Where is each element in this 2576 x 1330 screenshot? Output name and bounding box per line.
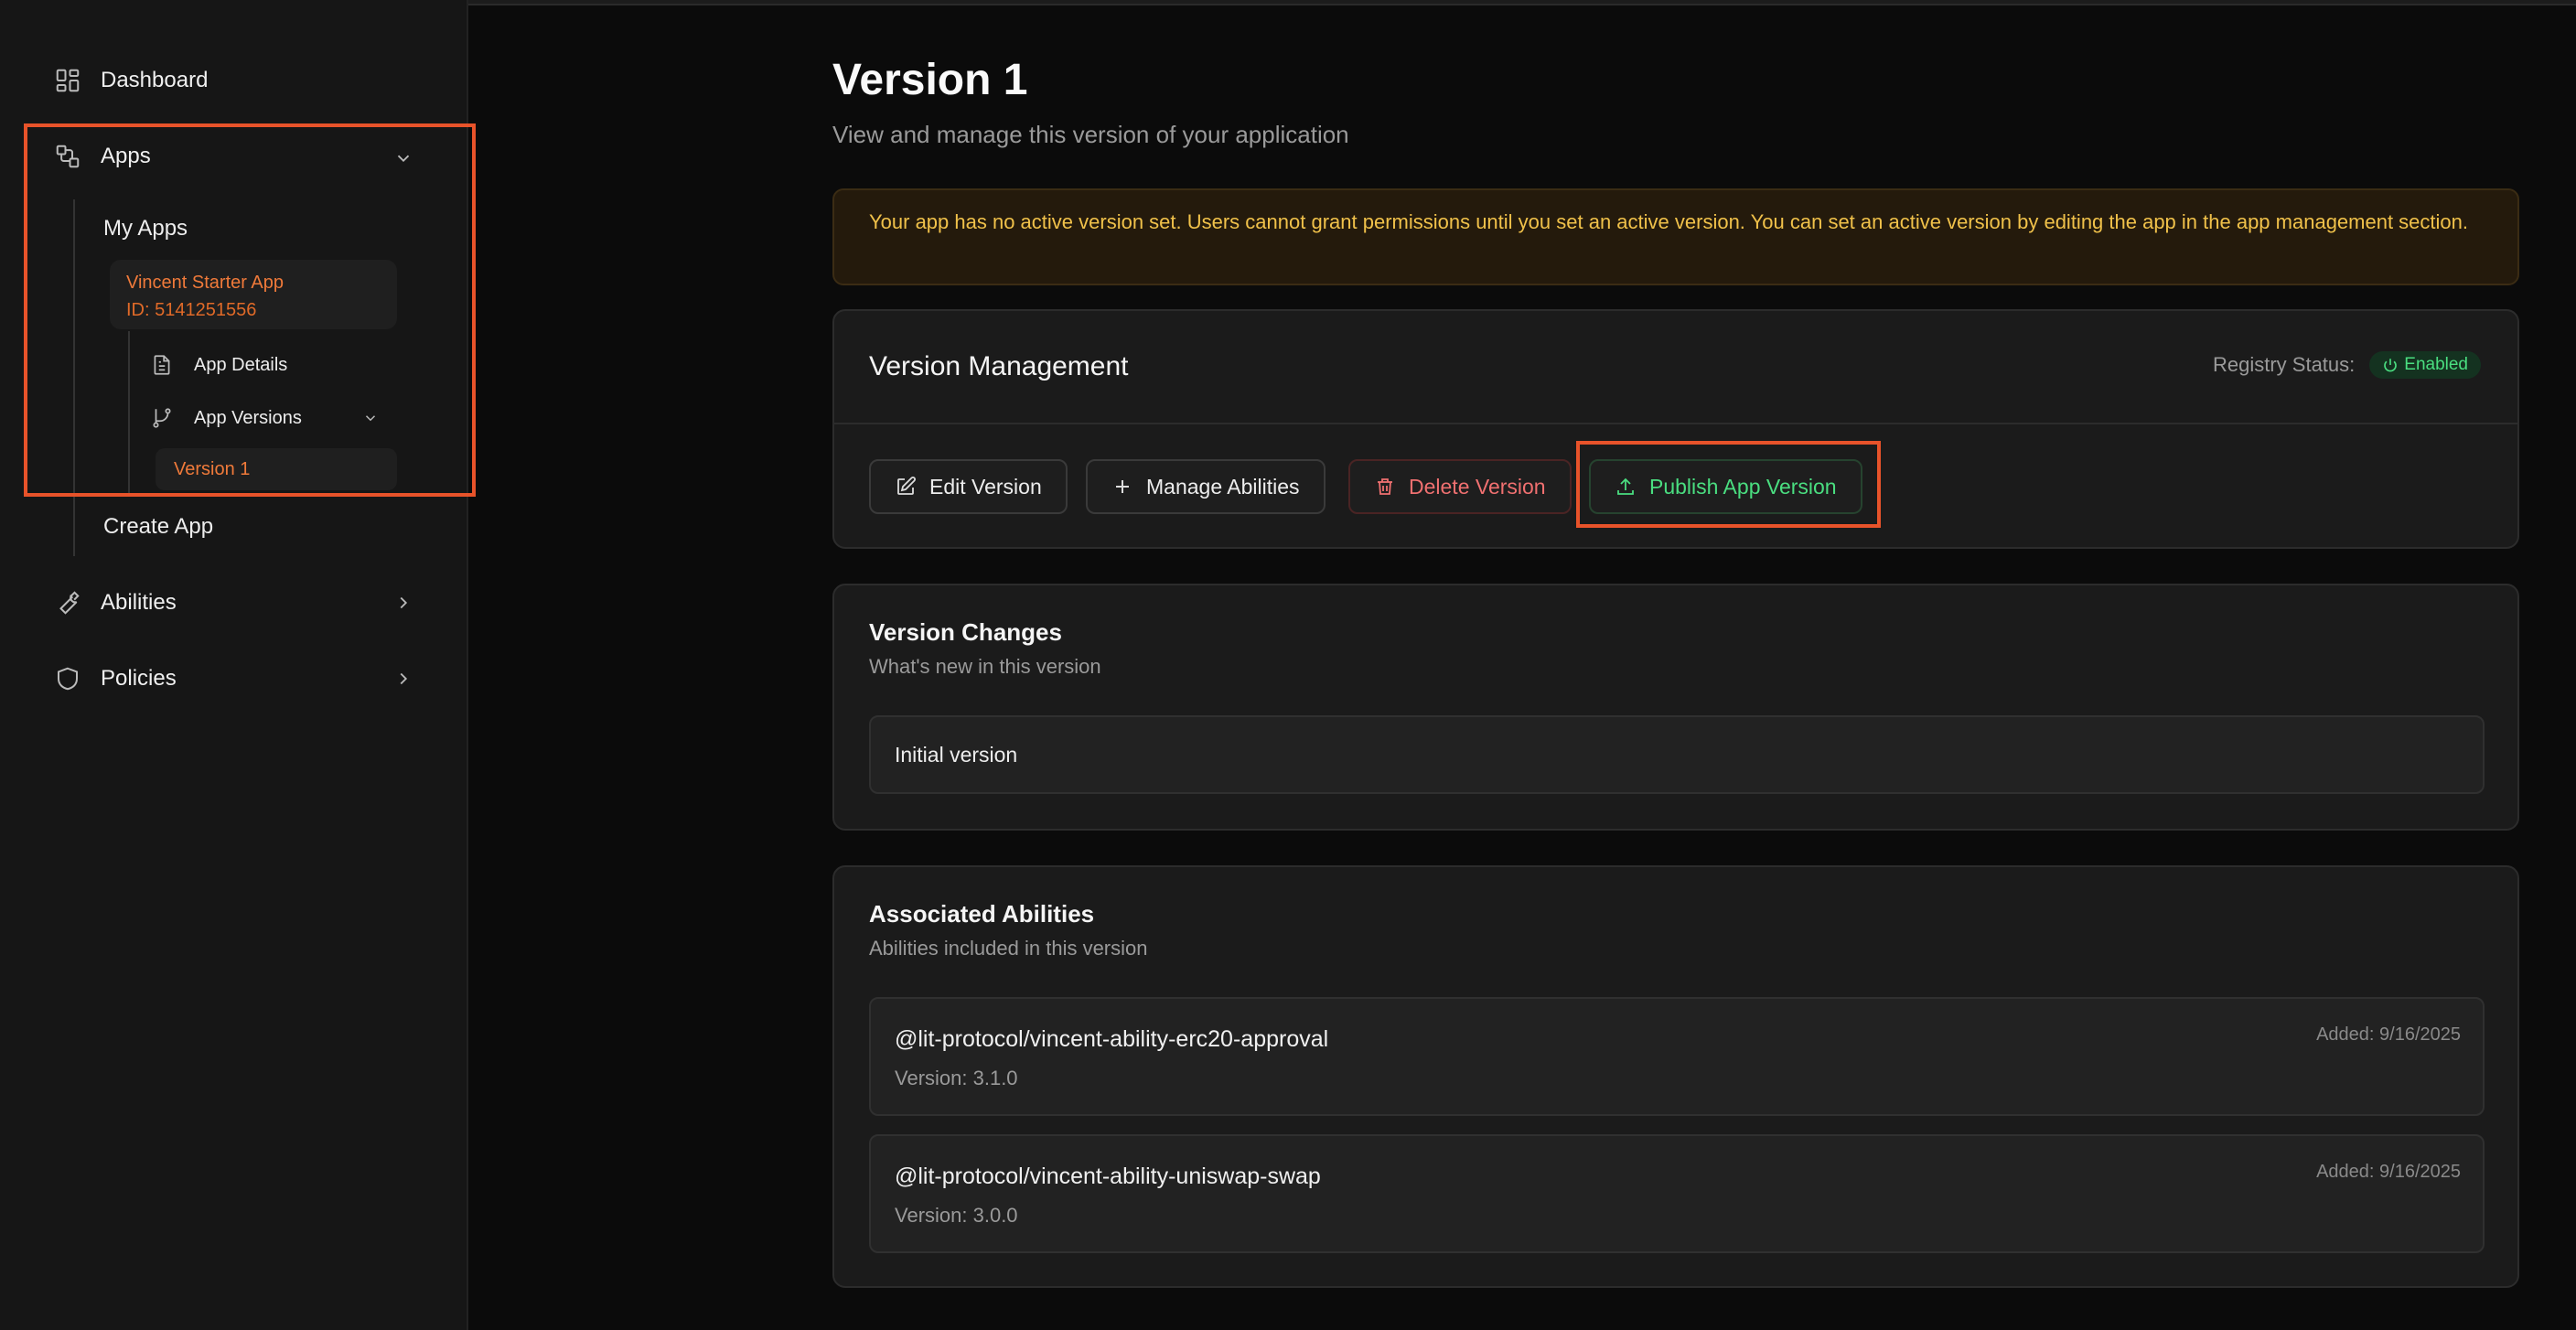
list-item[interactable]: @lit-protocol/vincent-ability-uniswap-sw… [869, 1134, 2485, 1253]
delete-version-button[interactable]: Delete Version [1348, 459, 1572, 514]
power-icon [2384, 359, 2398, 372]
version-management-title: Version Management [869, 351, 1129, 381]
sidebar-item-label: Abilities [101, 590, 177, 615]
shield-icon [53, 664, 82, 693]
ability-added-date: Added: 9/16/2025 [2316, 1024, 2461, 1045]
version-changes-subtitle: What's new in this version [869, 655, 1101, 678]
version-changes-title: Version Changes [869, 618, 1062, 646]
sidebar-item-policies[interactable]: Policies [53, 664, 177, 693]
chevron-right-icon[interactable] [393, 669, 413, 689]
highlight-box-apps [24, 123, 476, 497]
sidebar-item-label: Policies [101, 666, 177, 691]
button-label: Edit Version [929, 474, 1042, 499]
list-item[interactable]: @lit-protocol/vincent-ability-erc20-appr… [869, 997, 2485, 1116]
ability-version: Version: 3.1.0 [895, 1067, 1018, 1089]
registry-status-label: Registry Status: [2212, 353, 2356, 376]
sidebar-item-create-app[interactable]: Create App [103, 514, 213, 540]
highlight-box-publish [1576, 441, 1881, 528]
button-label: Delete Version [1409, 474, 1546, 499]
sidebar-item-abilities[interactable]: Abilities [53, 588, 177, 617]
button-label: Manage Abilities [1146, 474, 1300, 499]
associated-abilities-title: Associated Abilities [869, 900, 1095, 928]
ability-version: Version: 3.0.0 [895, 1204, 1018, 1227]
no-active-version-alert: Your app has no active version set. User… [832, 188, 2519, 285]
registry-status: Registry Status: Enabled [2213, 351, 2481, 379]
sidebar-item-dashboard[interactable]: Dashboard [53, 66, 208, 95]
dashboard-icon [53, 66, 82, 95]
ability-name: @lit-protocol/vincent-ability-erc20-appr… [895, 1026, 1329, 1052]
associated-abilities-card: Associated Abilities Abilities included … [832, 865, 2519, 1288]
version-changes-card: Version Changes What's new in this versi… [832, 584, 2519, 831]
ability-added-date: Added: 9/16/2025 [2316, 1162, 2461, 1182]
chevron-right-icon[interactable] [393, 593, 413, 613]
ability-name: @lit-protocol/vincent-ability-uniswap-sw… [895, 1164, 1321, 1189]
sidebar-item-label: Dashboard [101, 68, 209, 92]
edit-icon [897, 477, 916, 495]
page-title: Version 1 [832, 56, 1028, 104]
status-badge: Enabled [2369, 351, 2481, 379]
plus-icon [1116, 480, 1129, 493]
wrench-icon [53, 588, 82, 617]
edit-version-button[interactable]: Edit Version [869, 459, 1068, 514]
version-changes-content: Initial version [869, 715, 2485, 794]
version-management-header: Version Management Registry Status: Enab… [834, 311, 2517, 424]
trash-icon [1378, 478, 1392, 495]
page-subtitle: View and manage this version of your app… [832, 121, 1349, 148]
status-badge-text: Enabled [2404, 355, 2468, 374]
associated-abilities-subtitle: Abilities included in this version [869, 937, 1148, 960]
manage-abilities-button[interactable]: Manage Abilities [1086, 459, 1326, 514]
